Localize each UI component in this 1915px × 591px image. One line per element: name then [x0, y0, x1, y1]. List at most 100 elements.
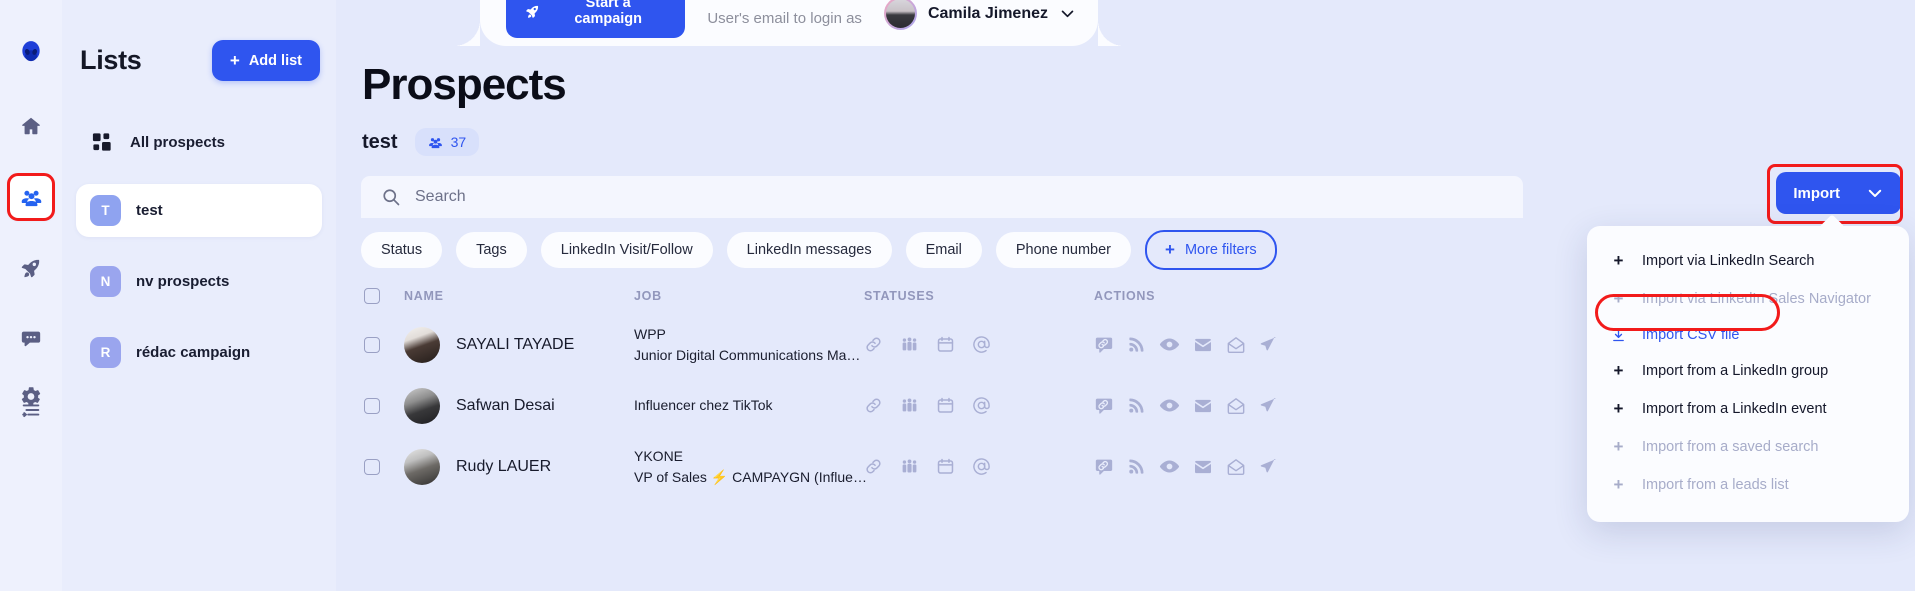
- link-icon[interactable]: [864, 335, 883, 354]
- row-checkbox[interactable]: [364, 458, 380, 475]
- plus-icon: +: [1165, 240, 1175, 259]
- prospect-name: Safwan Desai: [456, 396, 555, 414]
- more-filters-button[interactable]: + More filters: [1145, 230, 1277, 270]
- import-dropdown-menu: + Import via LinkedIn Search + Import vi…: [1587, 214, 1909, 522]
- broadcast-icon[interactable]: [1127, 457, 1146, 476]
- sidebar-list-all-prospects[interactable]: All prospects: [76, 119, 322, 166]
- list-item[interactable]: T test: [76, 184, 322, 237]
- envelope-closed-icon[interactable]: [1193, 335, 1213, 355]
- menu-item-label: Import from a leads list: [1642, 477, 1789, 493]
- plus-icon: +: [1613, 475, 1624, 494]
- select-all-checkbox[interactable]: [364, 288, 380, 304]
- message-link-icon[interactable]: [1094, 396, 1114, 416]
- message-link-icon[interactable]: [1094, 457, 1114, 477]
- list-item-label: rédac campaign: [136, 344, 251, 361]
- at-sign-icon[interactable]: [972, 335, 991, 354]
- calendar-icon[interactable]: [936, 335, 955, 354]
- menu-item-import-leads-list: + Import from a leads list: [1587, 466, 1909, 504]
- prospect-statuses-cell: [864, 335, 1094, 354]
- people-icon[interactable]: [900, 457, 919, 476]
- list-item-label: test: [136, 202, 163, 219]
- sidebar-item-settings[interactable]: [20, 385, 43, 408]
- row-select-cell: [364, 397, 404, 414]
- filter-chip-phone-number[interactable]: Phone number: [995, 232, 1131, 268]
- row-checkbox[interactable]: [364, 336, 380, 353]
- plus-icon: +: [1613, 399, 1624, 418]
- send-icon[interactable]: [1259, 457, 1278, 476]
- search-input[interactable]: [415, 188, 1503, 206]
- chat-bubble-icon: [20, 328, 42, 350]
- at-sign-icon[interactable]: [972, 457, 991, 476]
- send-icon[interactable]: [1259, 396, 1278, 415]
- gear-icon: [20, 385, 43, 408]
- menu-item-import-linkedin-search[interactable]: + Import via LinkedIn Search: [1587, 242, 1909, 280]
- envelope-open-icon[interactable]: [1226, 335, 1246, 355]
- row-select-cell: [364, 458, 404, 475]
- people-icon[interactable]: [900, 396, 919, 415]
- prospect-name-cell: SAYALI TAYADE: [404, 326, 634, 363]
- filter-chip-linkedin-messages[interactable]: LinkedIn messages: [726, 232, 892, 268]
- link-icon[interactable]: [864, 457, 883, 476]
- sidebar-item-home[interactable]: [9, 104, 53, 148]
- top-header-bar: Start a campaign User's email to login a…: [454, 0, 1124, 46]
- list-item[interactable]: N nv prospects: [76, 255, 322, 308]
- menu-item-import-csv-file[interactable]: Import CSV file: [1587, 318, 1909, 352]
- prospect-job-title: Junior Digital Communications Ma…: [634, 346, 861, 363]
- dropdown-caret: [1819, 214, 1845, 240]
- calendar-icon[interactable]: [936, 396, 955, 415]
- filter-chip-email[interactable]: Email: [905, 232, 982, 268]
- people-icon[interactable]: [900, 335, 919, 354]
- start-campaign-button[interactable]: Start a campaign: [506, 0, 686, 38]
- envelope-open-icon[interactable]: [1226, 457, 1246, 477]
- envelope-closed-icon[interactable]: [1193, 396, 1213, 416]
- lists-panel: Lists + Add list All prospects T test N …: [62, 0, 336, 591]
- send-icon[interactable]: [1259, 335, 1278, 354]
- eye-icon[interactable]: [1159, 334, 1180, 355]
- user-menu[interactable]: Camila Jimenez: [883, 0, 1076, 38]
- filter-chip-linkedin-visit-follow[interactable]: LinkedIn Visit/Follow: [540, 232, 713, 268]
- filter-chip-tags[interactable]: Tags: [456, 232, 527, 268]
- menu-item-import-linkedin-group[interactable]: + Import from a LinkedIn group: [1587, 352, 1909, 390]
- broadcast-icon[interactable]: [1127, 396, 1146, 415]
- avatar: [883, 0, 917, 30]
- filter-chip-status[interactable]: Status: [361, 232, 443, 268]
- broadcast-icon[interactable]: [1127, 335, 1146, 354]
- eye-icon[interactable]: [1159, 395, 1180, 416]
- prospect-job-title: Influencer chez TikTok: [634, 397, 773, 414]
- at-sign-icon[interactable]: [972, 396, 991, 415]
- menu-item-label: Import CSV file: [1642, 327, 1740, 343]
- prospect-name-cell: Safwan Desai: [404, 387, 634, 424]
- eye-icon[interactable]: [1159, 456, 1180, 477]
- prospect-name: SAYALI TAYADE: [456, 335, 575, 353]
- sidebar-item-campaigns[interactable]: [9, 246, 53, 290]
- prospect-job-title: VP of Sales ⚡ CAMPAYGN (Influe…: [634, 467, 867, 487]
- bolt-icon: ⚡: [710, 468, 729, 485]
- list-avatar: R: [90, 337, 121, 368]
- menu-item-import-sales-navigator: + Import via LinkedIn Sales Navigator: [1587, 280, 1909, 318]
- menu-item-import-linkedin-event[interactable]: + Import from a LinkedIn event: [1587, 390, 1909, 428]
- prospect-company: YKONE: [634, 448, 684, 465]
- avatar: [404, 387, 440, 424]
- prospect-job-title-text: VP of Sales: [634, 468, 707, 485]
- add-list-button[interactable]: + Add list: [211, 40, 320, 81]
- sidebar-item-messages[interactable]: [9, 317, 53, 361]
- calendar-icon[interactable]: [936, 457, 955, 476]
- menu-item-import-saved-search: + Import from a saved search: [1587, 428, 1909, 466]
- current-list-name: test: [362, 130, 398, 153]
- link-icon[interactable]: [864, 396, 883, 415]
- grid-icon: [90, 130, 115, 155]
- row-checkbox[interactable]: [364, 397, 380, 414]
- more-filters-label: More filters: [1184, 242, 1257, 258]
- column-header-actions: ACTIONS: [1094, 289, 1156, 303]
- prospect-name-cell: Rudy LAUER: [404, 448, 634, 485]
- sidebar-item-prospects[interactable]: [7, 173, 55, 221]
- avatar: [404, 448, 440, 485]
- prospect-campaign-tag: CAMPAYGN (Influe…: [732, 468, 867, 485]
- list-item[interactable]: R rédac campaign: [76, 326, 322, 379]
- all-prospects-label: All prospects: [130, 134, 226, 151]
- envelope-closed-icon[interactable]: [1193, 457, 1213, 477]
- chevron-down-icon: [1866, 184, 1884, 202]
- message-link-icon[interactable]: [1094, 335, 1114, 355]
- import-button[interactable]: Import: [1776, 172, 1901, 214]
- envelope-open-icon[interactable]: [1226, 396, 1246, 416]
